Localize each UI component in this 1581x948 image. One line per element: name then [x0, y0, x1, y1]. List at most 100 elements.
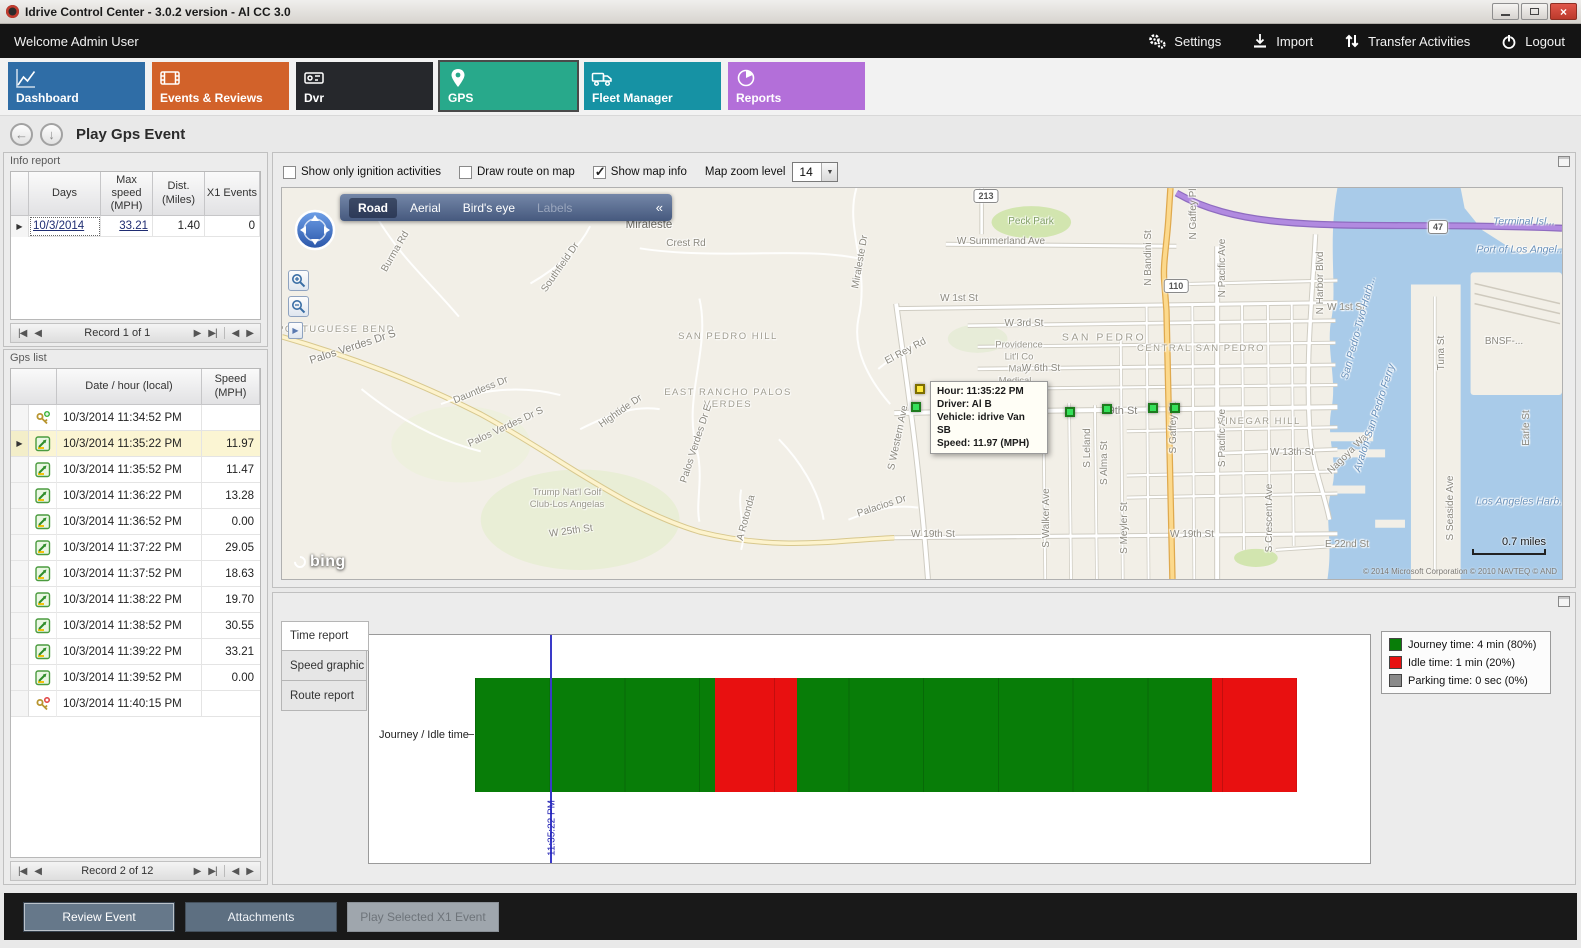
- zoom-out-button[interactable]: [288, 296, 309, 317]
- gps-row-icon: [35, 644, 51, 660]
- column-header[interactable]: Days: [29, 172, 101, 216]
- gps-list-row[interactable]: 10/3/2014 11:36:22 PM 13.28: [11, 483, 260, 509]
- maximize-button[interactable]: [1521, 3, 1548, 20]
- zoom-in-button[interactable]: [288, 270, 309, 291]
- pager-scroll-right-button[interactable]: ▶: [242, 866, 257, 877]
- map-style-tab[interactable]: Labels: [528, 198, 581, 218]
- pager-last-button[interactable]: ▶|: [204, 866, 220, 877]
- map-option-checkbox[interactable]: Show map info: [593, 166, 687, 179]
- panel-collapse-icon[interactable]: [1558, 596, 1570, 607]
- gps-list-row[interactable]: 10/3/2014 11:36:52 PM 0.00: [11, 509, 260, 535]
- back-button[interactable]: ←: [10, 123, 33, 146]
- tab-events-reviews[interactable]: Events & Reviews: [152, 62, 289, 110]
- checkbox-box[interactable]: [593, 166, 606, 179]
- pager-prev-button[interactable]: ◀: [30, 866, 45, 877]
- pager-next-button[interactable]: ▶: [190, 328, 205, 339]
- footer-button[interactable]: Attachments: [185, 902, 337, 932]
- pager-first-button[interactable]: |◀: [14, 866, 30, 877]
- map-controls-expand-button[interactable]: ▶: [288, 322, 303, 339]
- gps-list-row[interactable]: 10/3/2014 11:38:52 PM 30.55: [11, 613, 260, 639]
- checkbox-label: Show only ignition activities: [301, 166, 441, 178]
- chevron-down-icon[interactable]: ▼: [821, 163, 837, 181]
- pager-prev-button[interactable]: ◀: [30, 328, 45, 339]
- report-tab[interactable]: Route report: [281, 681, 367, 711]
- power-icon: [1500, 33, 1518, 50]
- gps-list-row[interactable]: 10/3/2014 11:40:15 PM: [11, 691, 260, 717]
- column-header[interactable]: Max speed (MPH): [101, 172, 153, 216]
- import-button[interactable]: Import: [1251, 33, 1313, 49]
- gps-point-marker[interactable]: [1148, 403, 1158, 413]
- pager-next-button[interactable]: ▶: [190, 866, 205, 877]
- column-header[interactable]: Dist. (Miles): [153, 172, 205, 216]
- gps-list-row[interactable]: 10/3/2014 11:34:52 PM: [11, 405, 260, 431]
- settings-button[interactable]: Settings: [1147, 32, 1221, 50]
- pager-scroll-left-button[interactable]: ◀: [228, 328, 243, 339]
- tab-fleet-manager[interactable]: Fleet Manager: [584, 62, 721, 110]
- gps-speed-cell: 13.28: [202, 483, 260, 509]
- gps-date-cell: 10/3/2014 11:34:52 PM: [57, 405, 202, 431]
- window-title: Idrive Control Center - 3.0.2 version - …: [25, 5, 291, 19]
- gps-list-row[interactable]: 10/3/2014 11:37:22 PM 29.05: [11, 535, 260, 561]
- footer-button[interactable]: Review Event: [23, 902, 175, 932]
- gps-list-row[interactable]: 10/3/2014 11:39:22 PM 33.21: [11, 639, 260, 665]
- toolbar-collapse-button[interactable]: «: [656, 200, 663, 215]
- gps-point-marker[interactable]: [1065, 407, 1075, 417]
- row-indicator: [11, 691, 29, 717]
- magnifier-minus-icon: [291, 299, 306, 314]
- report-tab[interactable]: Time report: [281, 621, 369, 651]
- tab-gps[interactable]: GPS: [440, 62, 577, 110]
- dashboard-chart-icon: [15, 67, 37, 89]
- checkbox-box[interactable]: [459, 166, 472, 179]
- minimize-button[interactable]: [1492, 3, 1519, 20]
- map-option-checkbox[interactable]: Draw route on map: [459, 166, 575, 179]
- column-header[interactable]: X1 Events: [205, 172, 260, 216]
- map-style-tab[interactable]: Bird's eye: [454, 198, 524, 218]
- checkbox-box[interactable]: [283, 166, 296, 179]
- max-speed-cell[interactable]: 33.21: [101, 216, 153, 237]
- column-header[interactable]: Date / hour (local): [57, 369, 202, 405]
- report-tab[interactable]: Speed graphic: [281, 651, 367, 681]
- map-style-tab[interactable]: Aerial: [401, 198, 450, 218]
- footer-button[interactable]: Play Selected X1 Event: [347, 902, 499, 932]
- gps-point-marker[interactable]: [911, 402, 921, 412]
- map-zoom-select[interactable]: 14 ▼: [792, 162, 838, 182]
- gps-list-row[interactable]: 10/3/2014 11:38:22 PM 19.70: [11, 587, 260, 613]
- gps-date-cell: 10/3/2014 11:39:52 PM: [57, 665, 202, 691]
- row-indicator: [11, 587, 29, 613]
- row-indicator: ▶: [11, 216, 29, 237]
- logout-button[interactable]: Logout: [1500, 33, 1565, 50]
- pager-first-button[interactable]: |◀: [14, 328, 30, 339]
- map-compass-control[interactable]: [293, 208, 337, 257]
- distance-cell: 1.40: [153, 216, 205, 237]
- tab-dvr[interactable]: Dvr: [296, 62, 433, 110]
- row-indicator: [11, 613, 29, 639]
- gps-speed-cell: 0.00: [202, 665, 260, 691]
- down-button[interactable]: ↓: [40, 123, 63, 146]
- gps-point-marker[interactable]: [1170, 403, 1180, 413]
- panel-title: Gps list: [10, 352, 47, 364]
- gps-row-icon: [35, 696, 51, 712]
- map[interactable]: Miraleste Peck Park W Summerland Ave Cre…: [281, 187, 1563, 580]
- days-cell[interactable]: 10/3/2014: [29, 216, 101, 237]
- gps-list-row[interactable]: 10/3/2014 11:39:52 PM 0.00: [11, 665, 260, 691]
- tab-reports[interactable]: Reports: [728, 62, 865, 110]
- map-style-tab[interactable]: Road: [349, 198, 397, 218]
- page-title: Play Gps Event: [76, 126, 185, 143]
- pager-scroll-left-button[interactable]: ◀: [228, 866, 243, 877]
- map-option-checkbox[interactable]: Show only ignition activities: [283, 166, 441, 179]
- gps-list-row[interactable]: 10/3/2014 11:35:52 PM 11.47: [11, 457, 260, 483]
- y-axis-label: Journey / Idle time: [379, 729, 469, 741]
- table-row[interactable]: ▶ 10/3/2014 33.21 1.40 0: [11, 216, 260, 237]
- close-button[interactable]: ×: [1550, 3, 1577, 20]
- panel-collapse-icon[interactable]: [1558, 156, 1570, 167]
- pager-last-button[interactable]: ▶|: [204, 328, 220, 339]
- column-header[interactable]: Speed (MPH): [202, 369, 260, 405]
- map-scale: 0.7 miles: [1472, 536, 1546, 555]
- gps-point-marker[interactable]: [915, 384, 925, 394]
- pager-scroll-right-button[interactable]: ▶: [242, 328, 257, 339]
- tab-dashboard[interactable]: Dashboard: [8, 62, 145, 110]
- gps-list-row[interactable]: 10/3/2014 11:37:52 PM 18.63: [11, 561, 260, 587]
- gps-point-marker[interactable]: [1102, 404, 1112, 414]
- gps-list-row[interactable]: 10/3/2014 11:35:22 PM 11.97: [11, 431, 260, 457]
- transfer-activities-button[interactable]: Transfer Activities: [1343, 33, 1470, 49]
